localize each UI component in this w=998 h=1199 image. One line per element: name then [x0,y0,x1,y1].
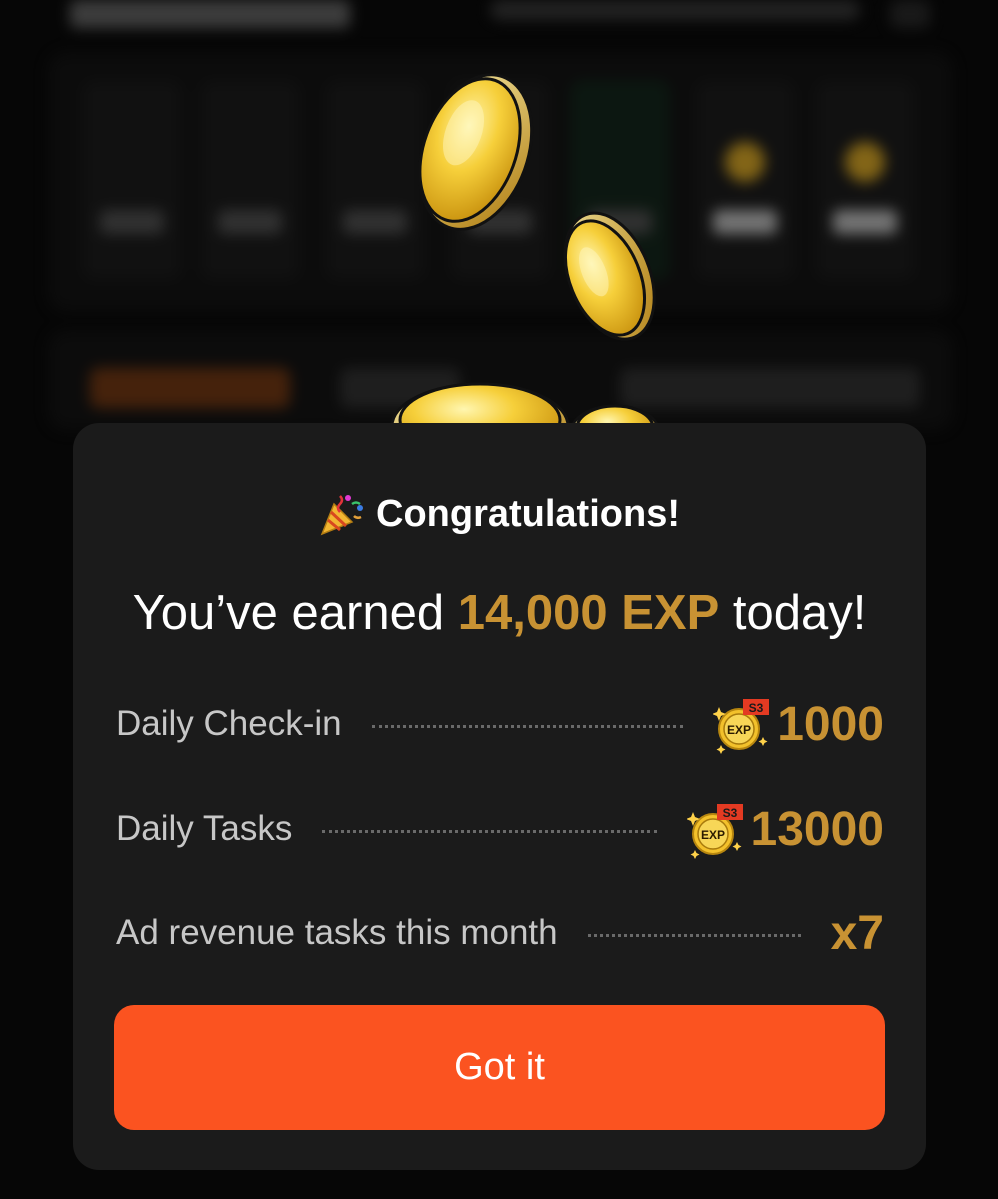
bg-tab [620,368,920,408]
row-value: EXP S3 1000 [713,693,884,755]
dotted-leader [371,724,684,728]
badge-exp-text: EXP [701,828,725,842]
bg-tab-active [90,368,290,408]
reward-row-ad-revenue: Ad revenue tasks this month x7 [116,900,884,966]
party-popper-icon [320,495,363,536]
row-value-text: 1000 [777,697,884,751]
dotted-leader [587,933,801,937]
row-label: Daily Tasks [116,809,293,848]
headline-suffix: today! [732,586,867,640]
earned-headline: You’ve earned 14,000 EXP today! [73,585,926,651]
modal-title-text: Congratulations! [376,492,680,535]
headline-amount: 14,000 EXP [457,586,720,640]
bg-tab [340,368,460,408]
dotted-leader [322,829,657,833]
badge-season-text: S3 [722,806,737,820]
got-it-button[interactable]: Got it [114,1005,885,1130]
row-value: x7 [831,906,884,961]
bg-day-cell [82,80,182,280]
reward-row-daily-tasks: Daily Tasks EXP S3 13000 [116,796,884,862]
exp-s3-badge-icon: EXP S3 [713,699,770,754]
row-label: Ad revenue tasks this month [116,913,558,952]
bg-day-cell [570,80,670,280]
bg-header-title [70,0,350,28]
bg-day-cell [200,80,300,280]
exp-s3-badge-icon: EXP S3 [686,804,743,859]
row-label: Daily Check-in [116,704,342,743]
bg-header-pill [490,0,860,20]
bg-day-cell [815,80,915,280]
bg-day-cell [325,80,425,280]
bg-day-cell [450,80,550,280]
reward-row-daily-checkin: Daily Check-in EXP S3 1000 [116,691,884,757]
badge-season-text: S3 [749,701,764,715]
row-value-text: x7 [830,906,884,960]
modal-title: Congratulations! [0,484,998,544]
app-screen: Congratulations! You’ve earned 14,000 EX… [0,0,998,1199]
row-value-text: 13000 [750,802,884,856]
badge-exp-text: EXP [727,723,751,737]
bg-day-cell [695,80,795,280]
bg-header-button [890,0,930,28]
row-value: EXP S3 13000 [686,798,884,860]
headline-prefix: You’ve earned [132,586,445,640]
